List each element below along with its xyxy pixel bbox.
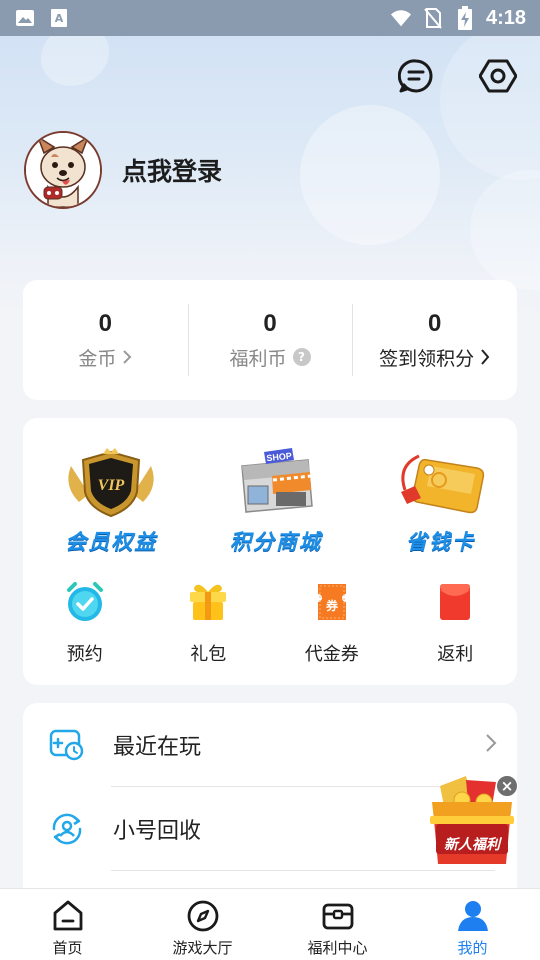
small-feature-label: 返利: [437, 644, 474, 665]
status-bar: A 4:18: [0, 0, 540, 36]
account-recycle-icon: [52, 813, 82, 845]
stat-label: 福利币 ?: [230, 344, 311, 371]
nav-label: 游戏大厅: [172, 939, 233, 957]
stat-label-text: 福利币: [229, 347, 287, 370]
nav-label: 福利中心: [307, 939, 368, 957]
text-a-icon: A: [48, 7, 70, 29]
stat-value: 0: [98, 309, 113, 337]
points-mall-button[interactable]: SHOP 积分商城: [200, 446, 353, 556]
promo-label: 新人福利: [444, 837, 500, 853]
gift-icon: [190, 584, 227, 620]
feature-card: VIP 会员权益 SHOP 积分商城 省钱卡 预约 礼包 券 代金券 返利: [23, 418, 517, 685]
wifi-icon: [390, 7, 412, 29]
nav-game-hall[interactable]: 游戏大厅: [135, 889, 270, 960]
svg-text:A: A: [55, 12, 64, 25]
dog-avatar-icon: [26, 133, 100, 207]
profile-header[interactable]: 点我登录: [24, 131, 222, 209]
chevron-right-icon: [486, 734, 497, 752]
bottom-navigation: 首页 游戏大厅 福利中心 我的: [0, 888, 540, 960]
header-actions: [396, 56, 518, 96]
big-feature-label: 会员权益: [65, 530, 158, 554]
reservation-button[interactable]: 预约: [23, 580, 147, 666]
coupon-icon: 券: [317, 584, 346, 620]
chevron-right-icon: [123, 350, 132, 364]
decorative-circle: [470, 170, 540, 290]
nav-mine[interactable]: 我的: [405, 889, 540, 960]
close-promo-button[interactable]: ×: [496, 775, 518, 797]
small-feature-label: 礼包: [190, 644, 227, 665]
user-icon: [457, 901, 488, 931]
nav-label: 我的: [457, 939, 488, 957]
chest-icon: [322, 903, 353, 930]
small-feature-label: 预约: [66, 644, 103, 665]
saving-card-button[interactable]: 省钱卡: [364, 446, 517, 556]
stat-label: 金币: [78, 344, 132, 371]
rebate-button[interactable]: 返利: [394, 580, 518, 666]
stat-label: 签到领积分: [379, 344, 490, 371]
divider: [111, 870, 495, 871]
gallery-icon: [14, 7, 36, 29]
coupon-glyph: 券: [325, 598, 339, 613]
shop-icon: SHOP: [241, 448, 313, 513]
stat-gold-coins[interactable]: 0 金币: [23, 304, 188, 376]
clock: 4:18: [485, 6, 526, 29]
big-feature-label: 积分商城: [230, 530, 322, 554]
avatar[interactable]: [24, 131, 102, 209]
battery-charging-icon: [454, 6, 476, 30]
stat-label-text: 签到领积分: [379, 347, 475, 370]
chevron-right-icon: [481, 349, 490, 365]
red-envelope-icon: [440, 584, 471, 620]
voucher-button[interactable]: 券 代金券: [270, 580, 394, 666]
message-icon: [398, 59, 433, 93]
member-benefits-button[interactable]: VIP 会员权益: [35, 446, 188, 556]
login-prompt[interactable]: 点我登录: [122, 152, 222, 188]
home-icon: [53, 900, 82, 931]
big-feature-label: 省钱卡: [406, 530, 476, 554]
stat-value: 0: [263, 309, 277, 337]
list-item-label: 最近在玩: [113, 735, 202, 760]
settings-button[interactable]: [478, 56, 518, 96]
no-sim-icon: [422, 7, 444, 29]
help-icon[interactable]: ?: [292, 348, 311, 366]
svg-text:VIP: VIP: [98, 477, 125, 494]
stat-label-text: 金币: [78, 347, 117, 370]
settings-icon: [479, 59, 517, 93]
gift-pack-button[interactable]: 礼包: [147, 580, 271, 666]
recent-play-icon: [49, 729, 84, 761]
nav-welfare-center[interactable]: 福利中心: [270, 889, 405, 960]
stat-welfare-coins[interactable]: 0 福利币 ?: [187, 304, 353, 376]
decorative-circle: [300, 105, 440, 245]
list-item-label: 小号回收: [113, 819, 202, 844]
stat-checkin-points[interactable]: 0 签到领积分: [352, 304, 517, 376]
message-button[interactable]: [396, 56, 436, 96]
nav-home[interactable]: 首页: [0, 889, 135, 960]
stat-value: 0: [428, 309, 442, 337]
vip-badge-icon: VIP: [68, 448, 154, 518]
decorative-circle: [440, 20, 540, 180]
gold-card-icon: [400, 454, 484, 514]
alarm-clock-icon: [66, 582, 103, 621]
small-feature-label: 代金券: [304, 644, 359, 665]
compass-icon: [187, 900, 218, 932]
nav-label: 首页: [52, 939, 83, 957]
stats-card: 0 金币 0 福利币 ? 0 签到领积分: [23, 280, 517, 400]
